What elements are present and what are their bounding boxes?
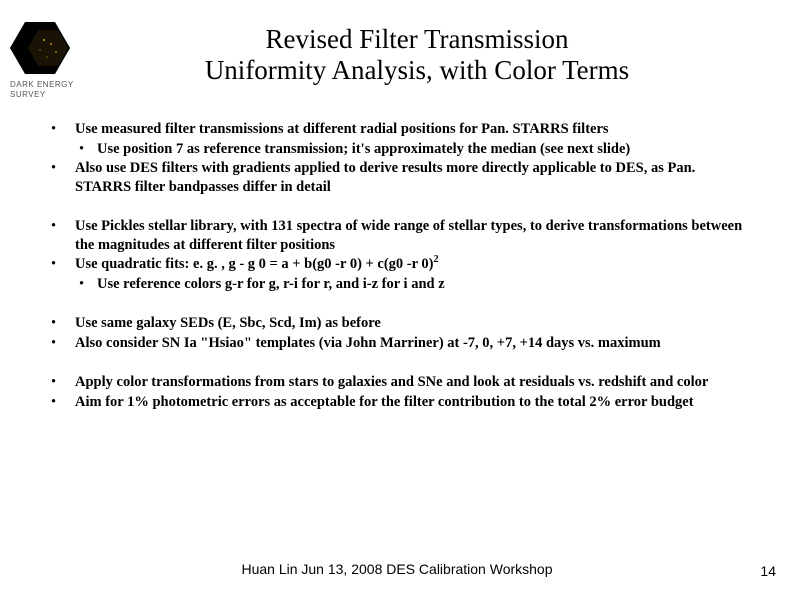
slide-title: Revised Filter Transmission Uniformity A… [0, 0, 794, 86]
bullet-text: Use quadratic fits: e. g. , g - g 0 = a … [75, 256, 439, 272]
bullet-item: Use Pickles stellar library, with 131 sp… [45, 217, 754, 254]
bullet-text: Use Pickles stellar library, with 131 sp… [75, 218, 742, 253]
bullet-text: Also consider SN Ia "Hsiao" templates (v… [75, 335, 661, 351]
title-line2: Uniformity Analysis, with Color Terms [205, 55, 629, 85]
slide-content: Use measured filter transmissions at dif… [45, 120, 754, 413]
bullet-text: Apply color transformations from stars t… [75, 374, 708, 390]
sub-bullet-list: Use position 7 as reference transmission… [75, 140, 754, 159]
bullet-item: Apply color transformations from stars t… [45, 373, 754, 392]
bullet-text: Use measured filter transmissions at dif… [75, 121, 609, 137]
bullet-item: Also use DES filters with gradients appl… [45, 159, 754, 196]
slide-footer: Huan Lin Jun 13, 2008 DES Calibration Wo… [0, 561, 794, 577]
bullet-item: Aim for 1% photometric errors as accepta… [45, 393, 754, 412]
bullet-item: Use measured filter transmissions at dif… [45, 120, 754, 158]
des-logo-text: DARK ENERGY SURVEY [10, 80, 85, 99]
bullet-text: Aim for 1% photometric errors as accepta… [75, 394, 694, 410]
page-number: 14 [760, 563, 776, 579]
bullet-text: Also use DES filters with gradients appl… [75, 160, 695, 195]
sub-bullet-item: Use position 7 as reference transmission… [75, 140, 754, 159]
des-logo: DARK ENERGY SURVEY [10, 22, 85, 99]
group-spacer [45, 294, 754, 314]
sub-bullet-item: Use reference colors g-r for g, r-i for … [75, 275, 754, 294]
bullet-item: Use quadratic fits: e. g. , g - g 0 = a … [45, 255, 754, 293]
logo-line2: SURVEY [10, 90, 46, 99]
bullet-list: Use measured filter transmissions at dif… [45, 120, 754, 412]
title-line1: Revised Filter Transmission [265, 24, 568, 54]
group-spacer [45, 197, 754, 217]
logo-line1: DARK ENERGY [10, 80, 74, 89]
bullet-item: Also consider SN Ia "Hsiao" templates (v… [45, 334, 754, 353]
sub-bullet-list: Use reference colors g-r for g, r-i for … [75, 275, 754, 294]
des-logo-hexagon [10, 22, 70, 74]
group-spacer [45, 353, 754, 373]
bullet-item: Use same galaxy SEDs (E, Sbc, Scd, Im) a… [45, 314, 754, 333]
bullet-text: Use same galaxy SEDs (E, Sbc, Scd, Im) a… [75, 315, 381, 331]
